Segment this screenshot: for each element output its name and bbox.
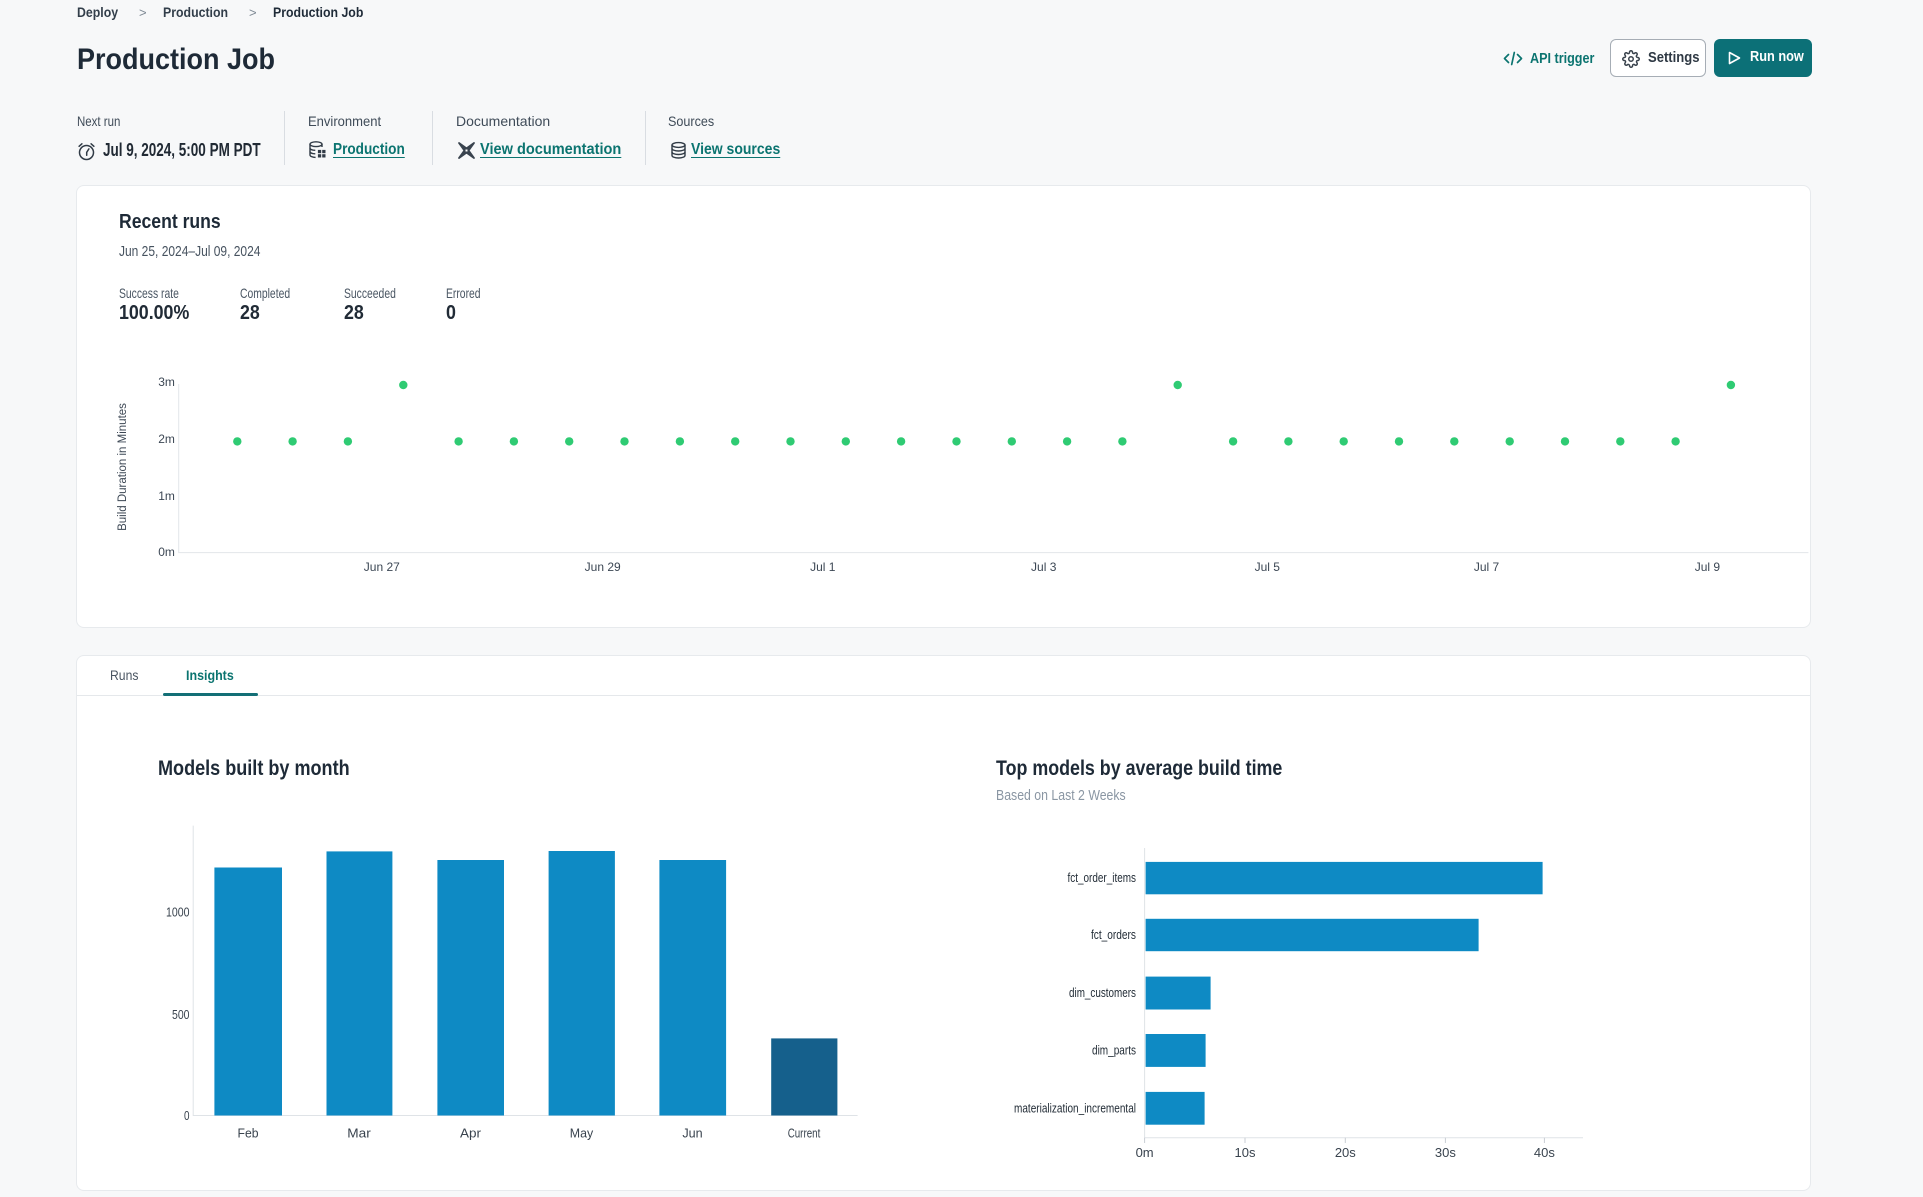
svg-text:30s: 30s (1435, 1145, 1456, 1160)
svg-text:fct_orders: fct_orders (1091, 928, 1136, 942)
svg-text:Jul 7: Jul 7 (1474, 560, 1500, 574)
svg-text:Jul 5: Jul 5 (1255, 560, 1281, 574)
svg-text:3m: 3m (158, 375, 175, 389)
svg-text:Jul 3: Jul 3 (1031, 560, 1057, 574)
svg-text:40s: 40s (1534, 1145, 1555, 1160)
svg-text:1000: 1000 (166, 906, 190, 920)
svg-text:dim_customers: dim_customers (1069, 986, 1136, 1000)
svg-text:0m: 0m (158, 545, 175, 559)
svg-text:Mar: Mar (347, 1126, 371, 1141)
svg-text:1m: 1m (158, 489, 175, 503)
svg-text:materialization_incremental: materialization_incremental (1014, 1101, 1136, 1115)
svg-text:0m: 0m (1136, 1145, 1154, 1160)
svg-text:Feb: Feb (238, 1126, 259, 1141)
svg-text:Jun 27: Jun 27 (364, 560, 400, 574)
svg-text:May: May (570, 1126, 594, 1141)
svg-text:fct_order_items: fct_order_items (1068, 871, 1137, 885)
svg-text:Build Duration in Minutes: Build Duration in Minutes (117, 403, 129, 531)
svg-text:0: 0 (184, 1109, 190, 1123)
svg-text:Jul 9: Jul 9 (1695, 560, 1721, 574)
svg-text:Apr: Apr (460, 1126, 482, 1141)
svg-text:Jun 29: Jun 29 (585, 560, 621, 574)
svg-text:Current: Current (788, 1126, 821, 1141)
svg-text:20s: 20s (1335, 1145, 1356, 1160)
svg-text:dim_parts: dim_parts (1092, 1043, 1136, 1057)
svg-text:10s: 10s (1235, 1145, 1256, 1160)
svg-text:Jun: Jun (682, 1126, 702, 1141)
svg-text:Jul 1: Jul 1 (810, 560, 836, 574)
svg-text:2m: 2m (158, 432, 175, 446)
svg-text:500: 500 (172, 1008, 190, 1022)
